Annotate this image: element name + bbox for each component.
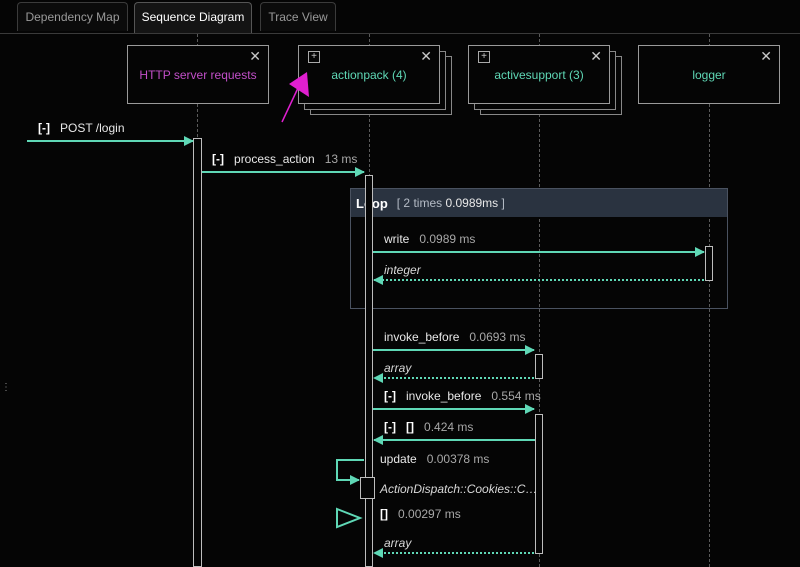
message-name: invoke_before xyxy=(406,389,482,403)
message-invoke-before-1[interactable]: invoke_before 0.0693 ms xyxy=(384,330,525,344)
return-cookies: ActionDispatch::Cookies::C… xyxy=(380,482,538,496)
annotation-pointer xyxy=(281,72,309,123)
message-duration: 0.0989 ms xyxy=(419,232,476,246)
message-duration: 13 ms xyxy=(324,152,358,166)
message-invoke-before-2[interactable]: [-] invoke_before 0.554 ms xyxy=(384,389,541,403)
return-array-2: array xyxy=(384,536,412,550)
message-update[interactable]: update 0.00378 ms xyxy=(380,452,489,466)
collapse-toggle[interactable]: [-] xyxy=(384,389,396,403)
message-duration: 0.554 ms xyxy=(491,389,541,403)
message-write[interactable]: write 0.0989 ms xyxy=(384,232,475,246)
resize-handle-icon[interactable]: ⋮ xyxy=(1,383,11,393)
message-bracket-call[interactable]: [] 0.00297 ms xyxy=(380,507,461,521)
return-integer: integer xyxy=(384,263,421,277)
message-duration: 0.0693 ms xyxy=(469,330,526,344)
message-process-action[interactable]: [-] process_action 13 ms xyxy=(212,152,357,166)
message-name: update xyxy=(380,452,417,466)
message-duration: 0.00378 ms xyxy=(426,452,490,466)
collapse-toggle[interactable]: [-] xyxy=(212,152,224,166)
message-nested-call[interactable]: [-] [] 0.424 ms xyxy=(384,420,473,434)
arrow-bracket-call xyxy=(336,507,363,529)
message-name: POST /login xyxy=(60,121,125,135)
message-name: [] xyxy=(380,507,388,521)
arrow-update-self xyxy=(336,459,364,485)
message-name: write xyxy=(384,232,410,246)
message-duration: 0.00297 ms xyxy=(398,507,461,521)
message-name: [] xyxy=(406,420,415,434)
message-duration: 0.424 ms xyxy=(424,420,474,434)
collapse-toggle[interactable]: [-] xyxy=(38,121,50,135)
message-name: process_action xyxy=(234,152,315,166)
collapse-toggle[interactable]: [-] xyxy=(384,420,396,434)
return-array-1: array xyxy=(384,361,412,375)
message-post-login[interactable]: [-] POST /login xyxy=(38,121,125,135)
message-name: invoke_before xyxy=(384,330,460,344)
